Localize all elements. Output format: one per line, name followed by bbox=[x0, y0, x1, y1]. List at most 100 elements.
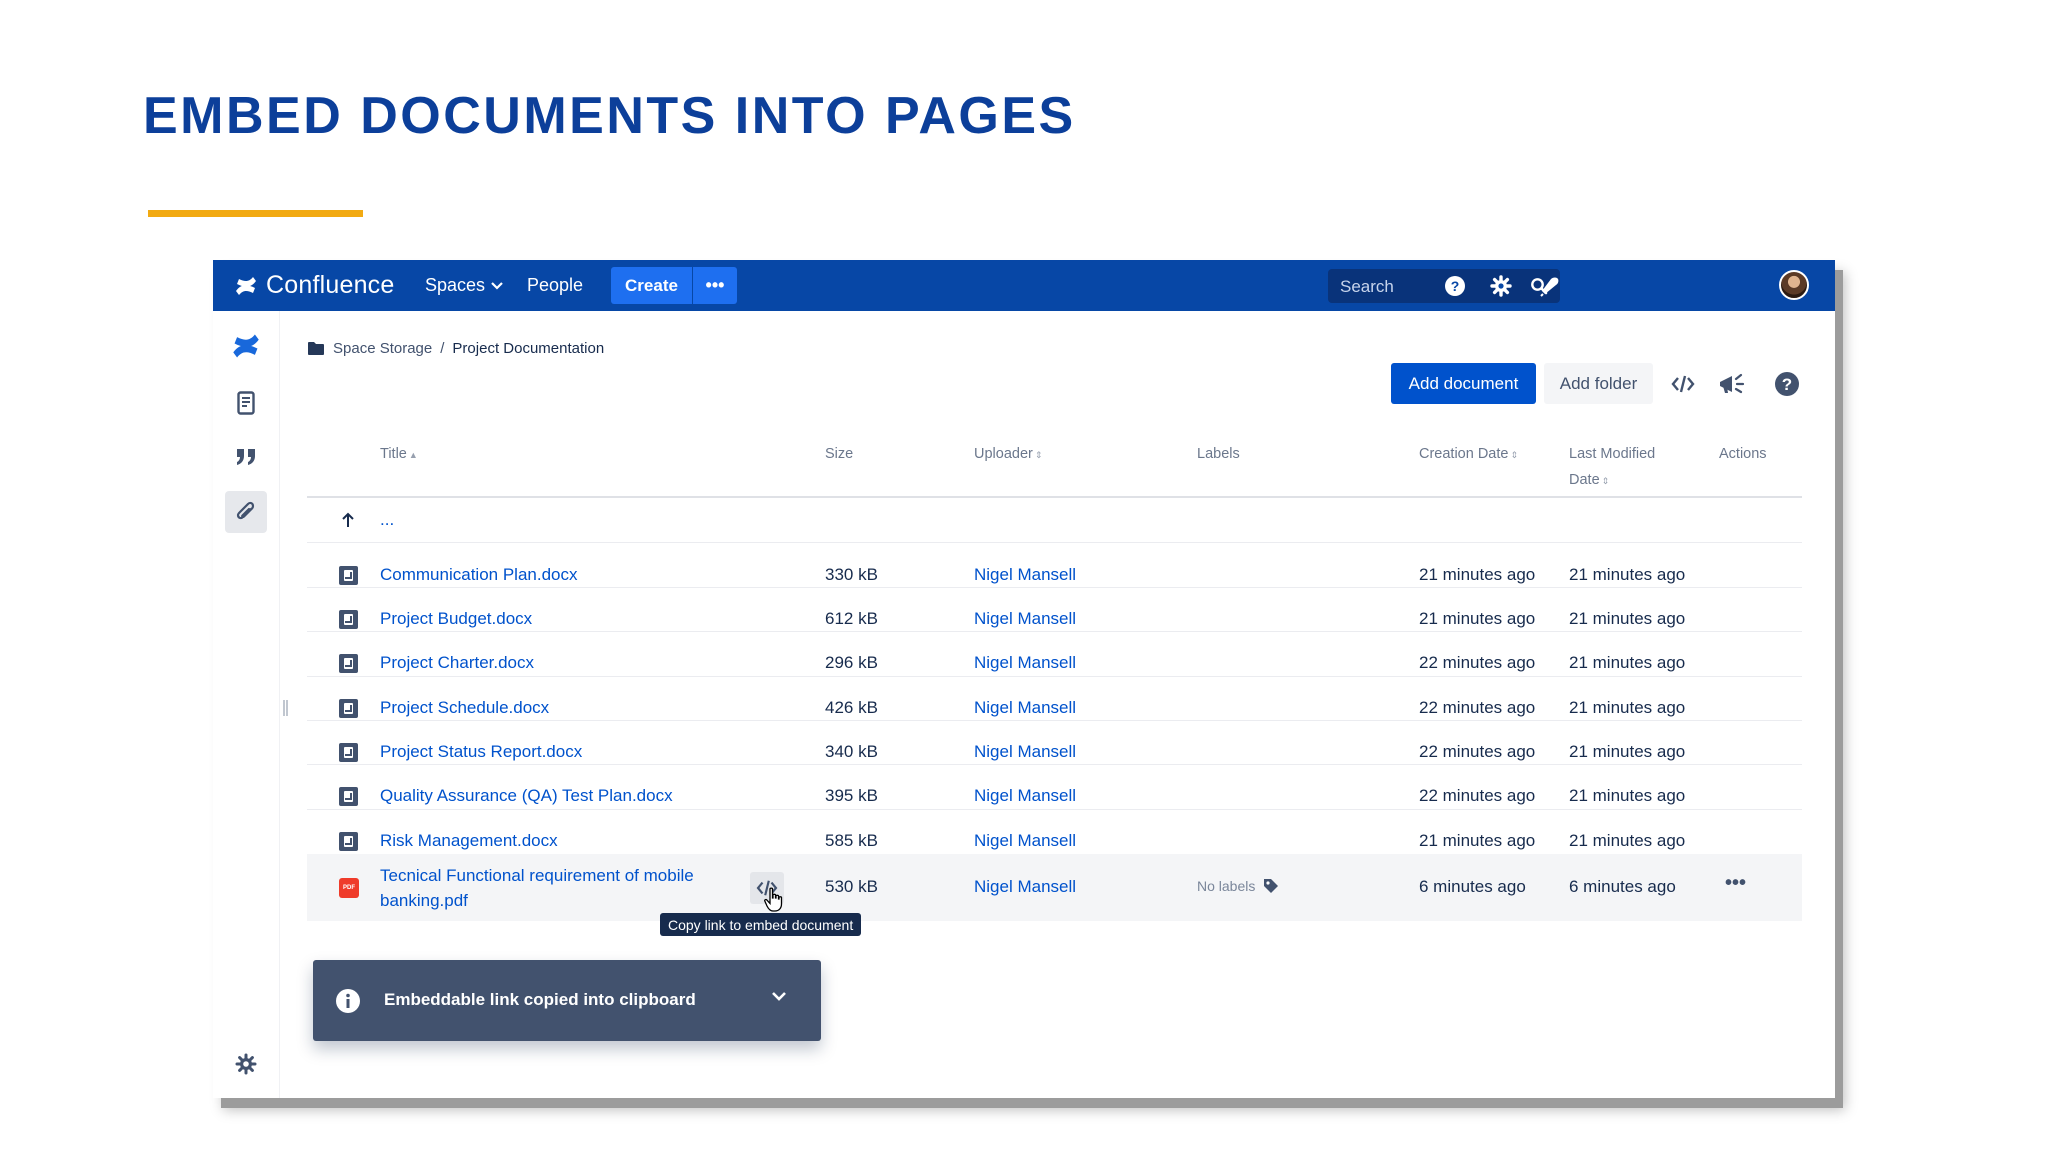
creation-date: 22 minutes ago bbox=[1419, 653, 1536, 672]
confluence-logo-icon[interactable] bbox=[225, 325, 267, 367]
confluence-logo-icon bbox=[236, 276, 256, 295]
breadcrumb-current[interactable]: Project Documentation bbox=[452, 340, 604, 357]
file-title-link[interactable]: Communication Plan.docx bbox=[380, 565, 577, 585]
space-sidebar bbox=[213, 311, 280, 1098]
add-document-button[interactable]: Add document bbox=[1391, 363, 1536, 404]
tag-icon bbox=[1264, 879, 1279, 893]
uploader-link[interactable]: Nigel Mansell bbox=[974, 609, 1076, 629]
row-divider bbox=[307, 631, 1802, 632]
uploader-link[interactable]: Nigel Mansell bbox=[974, 742, 1076, 762]
no-labels-text: No labels bbox=[1197, 878, 1256, 894]
last-modified-date: 21 minutes ago bbox=[1569, 786, 1686, 805]
creation-date: 6 minutes ago bbox=[1419, 877, 1526, 896]
sort-ascending-icon: ▲ bbox=[408, 450, 418, 460]
column-header-size[interactable]: Size bbox=[825, 441, 853, 467]
sidebar-resize-handle[interactable] bbox=[283, 700, 288, 716]
toast-notification: Embeddable link copied into clipboard bbox=[313, 960, 821, 1041]
announce-icon[interactable] bbox=[1718, 370, 1746, 398]
file-size: 585 kB bbox=[825, 831, 878, 850]
last-modified-date: 21 minutes ago bbox=[1569, 565, 1686, 584]
creation-date: 22 minutes ago bbox=[1419, 698, 1536, 717]
row-divider bbox=[307, 676, 1802, 677]
uploader-link[interactable]: Nigel Mansell bbox=[974, 565, 1076, 585]
file-title-line-2: banking.pdf bbox=[380, 891, 468, 910]
create-button[interactable]: Create bbox=[611, 267, 692, 304]
uploader-link[interactable]: Nigel Mansell bbox=[974, 698, 1076, 718]
column-header-last-modified[interactable]: Last Modified Date ⇕ bbox=[1569, 441, 1655, 494]
brand-name: Confluence bbox=[266, 271, 395, 299]
file-title-link[interactable]: Project Schedule.docx bbox=[380, 698, 549, 718]
document-icon bbox=[339, 566, 358, 585]
file-size: 330 kB bbox=[825, 565, 878, 584]
last-modified-date: 21 minutes ago bbox=[1569, 653, 1686, 672]
nav-people-link[interactable]: People bbox=[527, 260, 583, 311]
confluence-home-link[interactable]: Confluence bbox=[235, 260, 394, 311]
sort-icon: ⇕ bbox=[1601, 476, 1610, 486]
last-modified-date: 21 minutes ago bbox=[1569, 698, 1686, 717]
help-icon[interactable]: ? bbox=[1773, 370, 1801, 398]
info-icon bbox=[336, 989, 360, 1013]
add-folder-button[interactable]: Add folder bbox=[1544, 363, 1653, 404]
column-header-actions: Actions bbox=[1719, 446, 1767, 462]
hand-cursor-icon bbox=[764, 887, 783, 912]
help-icon[interactable]: ? bbox=[1442, 273, 1468, 299]
file-title-link[interactable]: Project Charter.docx bbox=[380, 653, 534, 673]
column-header-title-label: Title bbox=[380, 446, 407, 462]
chevron-down-icon[interactable] bbox=[771, 990, 787, 1002]
file-title-link[interactable]: Project Budget.docx bbox=[380, 609, 532, 629]
last-modified-date: 21 minutes ago bbox=[1569, 609, 1686, 628]
embed-code-icon[interactable] bbox=[1669, 370, 1697, 398]
attachments-icon[interactable] bbox=[225, 491, 267, 533]
file-size: 530 kB bbox=[825, 877, 878, 896]
nav-spaces-label: Spaces bbox=[425, 275, 486, 295]
expand-sidebar-icon[interactable] bbox=[225, 1094, 267, 1098]
file-title-link[interactable]: Tecnical Functional requirement of mobil… bbox=[380, 863, 694, 913]
file-size: 426 kB bbox=[825, 698, 878, 717]
column-header-last-modified-label-2: Date bbox=[1569, 472, 1600, 488]
creation-date: 22 minutes ago bbox=[1419, 786, 1536, 805]
row-divider bbox=[307, 542, 1802, 543]
create-more-button[interactable]: ••• bbox=[693, 267, 737, 304]
document-icon bbox=[339, 787, 358, 806]
uploader-link[interactable]: Nigel Mansell bbox=[974, 653, 1076, 673]
breadcrumb-space-link[interactable]: Space Storage bbox=[333, 340, 432, 357]
uploader-link[interactable]: Nigel Mansell bbox=[974, 786, 1076, 806]
column-header-title[interactable]: Title ▲ bbox=[380, 441, 418, 468]
parent-folder-link[interactable]: ... bbox=[380, 510, 394, 530]
creation-date: 22 minutes ago bbox=[1419, 742, 1536, 761]
document-icon bbox=[339, 699, 358, 718]
last-modified-date: 21 minutes ago bbox=[1569, 742, 1686, 761]
blog-quote-icon[interactable] bbox=[225, 436, 267, 478]
labels-cell[interactable]: No labels bbox=[1197, 878, 1279, 894]
folder-icon bbox=[308, 342, 324, 355]
uploader-link[interactable]: Nigel Mansell bbox=[974, 877, 1076, 897]
file-title-link[interactable]: Project Status Report.docx bbox=[380, 742, 582, 762]
slide-title: EMBED DOCUMENTS INTO PAGES bbox=[143, 87, 1076, 145]
document-icon bbox=[339, 654, 358, 673]
svg-text:?: ? bbox=[1782, 375, 1792, 394]
top-navigation-bar: Confluence Spaces People Create ••• ? bbox=[213, 260, 1835, 311]
settings-icon[interactable] bbox=[1488, 273, 1514, 299]
avatar[interactable] bbox=[1779, 270, 1809, 300]
file-size: 395 kB bbox=[825, 786, 878, 805]
svg-text:?: ? bbox=[1451, 278, 1460, 294]
settings-icon[interactable] bbox=[225, 1043, 267, 1085]
notifications-icon[interactable] bbox=[1537, 273, 1563, 299]
file-size: 296 kB bbox=[825, 653, 878, 672]
file-title-link[interactable]: Risk Management.docx bbox=[380, 831, 558, 851]
column-header-creation-date[interactable]: Creation Date ⇕ bbox=[1419, 441, 1518, 468]
more-actions-button[interactable]: ••• bbox=[1725, 872, 1746, 895]
column-header-uploader[interactable]: Uploader ⇕ bbox=[974, 441, 1042, 468]
creation-date: 21 minutes ago bbox=[1419, 831, 1536, 850]
title-accent-line bbox=[148, 210, 363, 217]
uploader-link[interactable]: Nigel Mansell bbox=[974, 831, 1076, 851]
nav-spaces-menu[interactable]: Spaces bbox=[425, 260, 503, 311]
file-title-link[interactable]: Quality Assurance (QA) Test Plan.docx bbox=[380, 786, 673, 806]
column-header-last-modified-label: Last Modified bbox=[1569, 446, 1656, 462]
table-header-divider bbox=[307, 496, 1802, 498]
row-divider bbox=[307, 764, 1802, 765]
column-header-labels: Labels bbox=[1197, 446, 1240, 462]
row-divider bbox=[307, 720, 1802, 721]
pages-icon[interactable] bbox=[225, 382, 267, 424]
document-icon bbox=[339, 610, 358, 629]
